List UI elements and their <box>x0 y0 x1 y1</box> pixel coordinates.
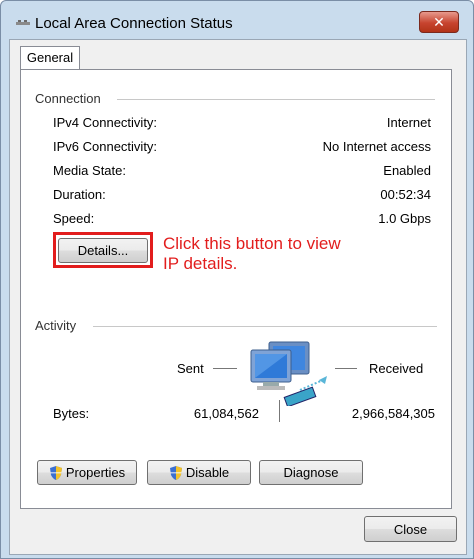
sent-dash <box>213 368 237 369</box>
dialog-client-area: General Connection IPv4 Connectivity: In… <box>9 39 467 555</box>
diagnose-button-label: Diagnose <box>283 465 339 480</box>
received-label: Received <box>369 361 424 376</box>
speed-label: Speed: <box>53 211 95 226</box>
uac-shield-icon <box>169 465 182 480</box>
speed-value: 1.0 Gbps <box>378 211 431 226</box>
received-dash <box>335 368 357 369</box>
uac-shield-icon <box>49 465 62 480</box>
properties-button[interactable]: Properties <box>37 460 137 485</box>
sent-label: Sent <box>177 361 204 376</box>
general-tab-panel: Connection IPv4 Connectivity: Internet I… <box>20 69 452 509</box>
bytes-received-value: 2,966,584,305 <box>351 406 435 421</box>
diagnose-button[interactable]: Diagnose <box>259 460 363 485</box>
ipv4-value: Internet <box>386 115 431 130</box>
ipv6-value: No Internet access <box>322 139 431 154</box>
annotation-line-1: Click this button to view <box>163 234 341 253</box>
media-state-label: Media State: <box>53 163 126 178</box>
network-adapter-icon <box>16 20 30 25</box>
bytes-divider <box>279 400 280 422</box>
disable-button[interactable]: Disable <box>147 460 251 485</box>
title-close-button[interactable]: ✕ <box>419 11 459 33</box>
close-button-label: Close <box>393 521 428 537</box>
duration-value: 00:52:34 <box>380 187 431 202</box>
network-computers-icon <box>250 341 327 406</box>
disable-button-label: Disable <box>185 465 230 480</box>
bytes-label: Bytes: <box>53 406 90 421</box>
close-icon: ✕ <box>433 15 445 31</box>
media-state-value: Enabled <box>383 163 431 178</box>
details-button-label: Details... <box>77 243 129 258</box>
duration-label: Duration: <box>53 187 106 202</box>
close-button[interactable]: Close <box>364 516 457 542</box>
activity-divider <box>93 326 437 327</box>
details-button[interactable]: Details... <box>58 238 148 263</box>
ipv4-label: IPv4 Connectivity: <box>53 115 158 130</box>
activity-heading: Activity <box>35 318 77 333</box>
bytes-sent-value: 61,084,562 <box>193 406 259 421</box>
ipv6-label: IPv6 Connectivity: <box>53 139 158 154</box>
status-window: Local Area Connection Status ✕ General C… <box>0 0 474 559</box>
connection-divider <box>117 99 435 100</box>
annotation-text: Click this button to view IP details. <box>163 234 341 274</box>
tab-general[interactable]: General <box>20 46 80 70</box>
annotation-line-2: IP details. <box>163 254 238 273</box>
connection-heading: Connection <box>35 91 101 106</box>
properties-button-label: Properties <box>65 465 126 480</box>
window-title: Local Area Connection Status <box>35 15 233 32</box>
